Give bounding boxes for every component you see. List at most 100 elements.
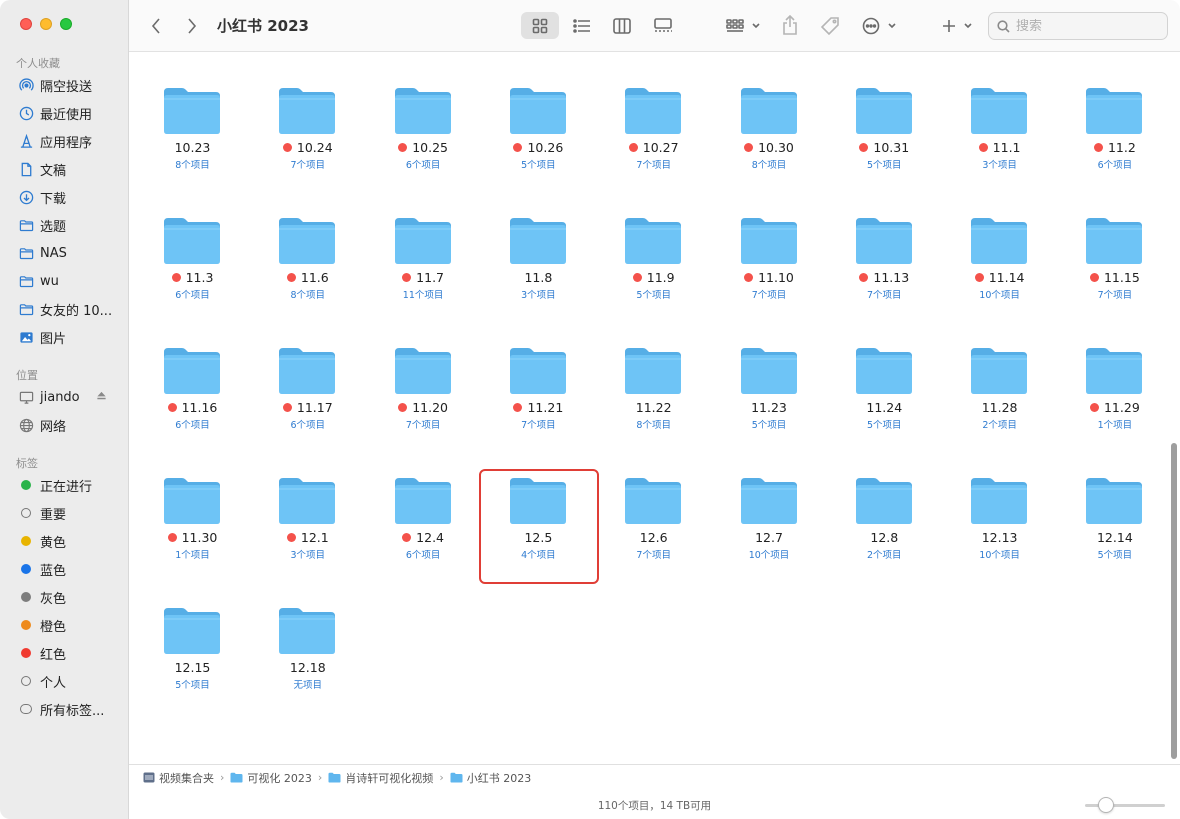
folder-item[interactable]: 12.18 无项目 [250,586,365,706]
folder-item[interactable]: 11.14 10个项目 [942,196,1057,316]
folder-item[interactable]: 10.138个项目 [481,53,596,56]
sidebar-item[interactable]: wu [18,270,126,292]
folder-item[interactable]: 10.118个项目 [250,53,365,56]
folder-item[interactable]: 11.9 5个项目 [596,196,711,316]
icon-view-button[interactable] [529,16,551,36]
folder-name-text: 11.24 [866,400,903,415]
forward-button[interactable] [181,14,203,38]
close-button[interactable] [20,18,32,30]
new-item-button[interactable] [939,15,977,37]
list-view-button[interactable] [571,16,593,36]
action-menu-button[interactable] [860,15,900,37]
folder-item[interactable]: 12.4 6个项目 [366,456,481,576]
folder-item[interactable]: 11.29 1个项目 [1057,326,1172,446]
folder-item[interactable]: 10.206个项目 [1057,53,1172,56]
folder-item[interactable]: 11.16 6个项目 [135,326,250,446]
group-button[interactable] [724,16,764,36]
sidebar-location-item[interactable]: jiando [18,386,126,408]
sidebar-tag-item[interactable]: 个人 [18,670,126,692]
folder-item[interactable]: 10.26 5个项目 [481,66,596,186]
red-tag-dot [859,273,869,282]
folder-item[interactable]: 10.25 6个项目 [366,66,481,186]
folder-name-text: 11.9 [646,270,675,285]
folder-item[interactable]: 11.2 6个项目 [1057,66,1172,186]
folder-item[interactable]: 10.30 8个项目 [712,66,827,186]
folder-item[interactable]: 11.6 8个项目 [250,196,365,316]
folder-item[interactable]: 10.128个项目 [366,53,481,56]
share-button[interactable] [779,12,801,38]
sidebar-tag-item[interactable]: 所有标签... [18,698,126,720]
folder-item[interactable]: 11.23 5个项目 [712,326,827,446]
folder-icon [623,86,683,136]
sidebar-tag-item[interactable]: 红色 [18,642,126,664]
folder-item[interactable]: 11.1 3个项目 [942,66,1057,186]
eject-icon[interactable] [96,390,108,404]
folder-item[interactable]: 12.8 2个项目 [827,456,942,576]
folder-item[interactable]: 11.24 5个项目 [827,326,942,446]
folder-item[interactable]: 11.3 6个项目 [135,196,250,316]
crumb-visualization-2023[interactable]: 可视化 2023 [230,770,312,786]
folder-item[interactable]: 12.15 5个项目 [135,586,250,706]
folder-item[interactable]: 11.20 7个项目 [366,326,481,446]
column-view-button[interactable] [611,16,633,36]
folder-item[interactable]: 11.30 1个项目 [135,456,250,576]
folder-item[interactable]: 12.6 7个项目 [596,456,711,576]
folder-item[interactable]: 10.193个项目 [942,53,1057,56]
sidebar-item[interactable]: 图片 [18,326,126,348]
folder-item[interactable]: 10.23 8个项目 [135,66,250,186]
folder-item[interactable]: 10.185个项目 [827,53,942,56]
sidebar-tag-item[interactable]: 黄色 [18,530,126,552]
scrollbar-thumb[interactable] [1171,443,1177,759]
back-button[interactable] [145,14,167,38]
icon-size-slider-knob[interactable] [1098,797,1114,813]
folder-item[interactable]: 12.1 3个项目 [250,456,365,576]
folder-item[interactable]: 11.21 7个项目 [481,326,596,446]
sidebar-item[interactable]: 隔空投送 [18,74,126,96]
folder-item[interactable]: 11.28 2个项目 [942,326,1057,446]
folder-item-count: 6个项目 [405,160,441,171]
sidebar-tag-item[interactable]: 橙色 [18,614,126,636]
folder-item[interactable]: 11.17 6个项目 [250,326,365,446]
folder-item[interactable]: 12.7 10个项目 [712,456,827,576]
sidebar-tag-item[interactable]: 重要 [18,502,126,524]
crumb-xiaohongshu-2023[interactable]: 小红书 2023 [450,770,531,786]
folder-item[interactable]: 11.7 11个项目 [366,196,481,316]
sidebar-item[interactable]: 文稿 [18,158,126,180]
folder-item[interactable]: 11.10 7个项目 [712,196,827,316]
folder-item[interactable]: 12.13 10个项目 [942,456,1057,576]
folder-item[interactable]: 11.13 7个项目 [827,196,942,316]
folder-item[interactable]: 11.22 8个项目 [596,326,711,446]
sidebar-item[interactable]: 最近使用 [18,102,126,124]
folder-item[interactable]: 10.27 7个项目 [596,66,711,186]
sidebar-item[interactable]: 下载 [18,186,126,208]
folder-item[interactable]: 10.31 5个项目 [827,66,942,186]
search-input[interactable] [1016,18,1156,34]
sidebar-tag-item[interactable]: 灰色 [18,586,126,608]
sidebar-item[interactable]: 选题 [18,214,126,236]
folder-item[interactable]: 10.107个项目 [135,53,250,56]
sidebar-tag-item[interactable]: 正在进行 [18,474,126,496]
gallery-view-button[interactable] [651,16,675,36]
tag-button[interactable] [818,14,842,38]
search-field[interactable] [988,12,1168,40]
folder-icon [1084,346,1144,396]
crumb-xiao-videos[interactable]: 肖诗轩可视化视频 [328,770,433,786]
sidebar-item[interactable]: NAS [18,242,126,264]
folder-item[interactable]: 10.24 7个项目 [250,66,365,186]
zoom-button[interactable] [60,18,72,30]
icon-size-slider[interactable] [1085,804,1165,807]
folder-name-text: 12.15 [174,660,211,675]
sidebar-location-item[interactable]: 网络 [18,414,126,436]
sidebar-item[interactable]: 女友的 10... [18,298,126,320]
sidebar-item[interactable]: 应用程序 [18,130,126,152]
folder-item[interactable]: 10.174个项目 [712,53,827,56]
minimize-button[interactable] [40,18,52,30]
folder-item[interactable]: 12.14 5个项目 [1057,456,1172,576]
folder-icon [508,346,568,396]
scrollbar[interactable] [1169,53,1180,764]
folder-item[interactable]: 11.8 3个项目 [481,196,596,316]
sidebar-tag-item[interactable]: 蓝色 [18,558,126,580]
folder-item[interactable]: 11.15 7个项目 [1057,196,1172,316]
crumb-video-collection[interactable]: 视频集合夹 [143,770,214,786]
folder-item[interactable]: 10.1611个项目 [596,53,711,56]
